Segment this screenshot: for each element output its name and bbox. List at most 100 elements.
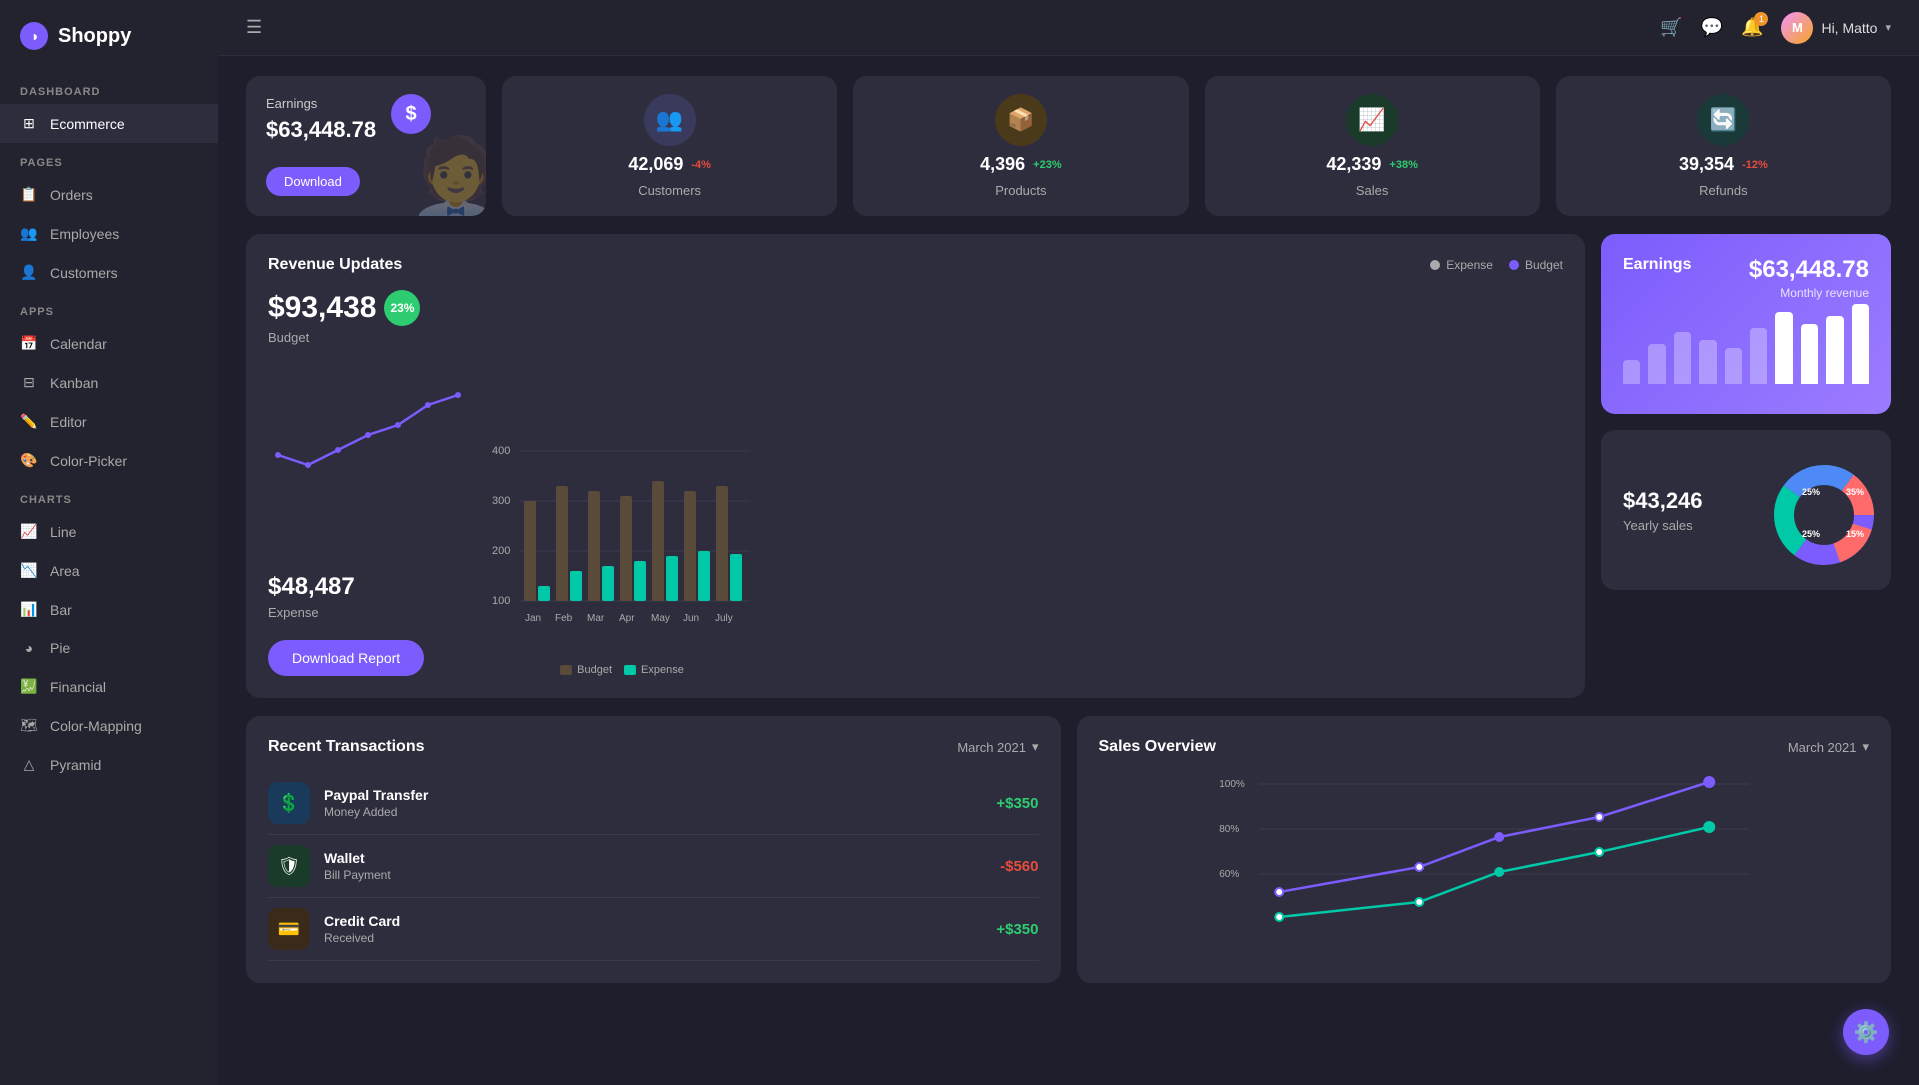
- customers-stat-card: 👥 42,069 -4% Customers: [502, 76, 837, 216]
- svg-text:300: 300: [492, 495, 510, 507]
- logo-icon: ◑: [20, 22, 48, 50]
- bar-legend: Budget Expense: [492, 664, 752, 676]
- transactions-header: Recent Transactions March 2021 ▾: [268, 738, 1039, 756]
- message-icon-btn[interactable]: 💬: [1701, 17, 1723, 38]
- svg-text:200: 200: [492, 545, 510, 557]
- sidebar-item-line[interactable]: 📈 Line: [0, 512, 218, 551]
- bar-4: [1699, 340, 1716, 384]
- user-menu[interactable]: M Hi, Matto ▾: [1781, 12, 1891, 44]
- settings-fab-button[interactable]: ⚙️: [1843, 1009, 1889, 1055]
- svg-text:Mar: Mar: [587, 613, 605, 624]
- transaction-credit: 💳 Credit Card Received +$350: [268, 898, 1039, 961]
- customers-icon-circle: 👥: [644, 94, 696, 146]
- paypal-sub: Money Added: [324, 805, 982, 819]
- bar-9: [1826, 316, 1843, 384]
- refunds-icon-circle: 🔄: [1697, 94, 1749, 146]
- customers-value-row: 42,069 -4%: [628, 154, 711, 175]
- paypal-icon: 💲: [268, 782, 310, 824]
- app-name: Shoppy: [58, 25, 131, 48]
- header-left: ☰: [246, 17, 262, 38]
- sales-overview-chart: 100% 80% 60%: [1099, 772, 1870, 947]
- sales-stat-label: Sales: [1356, 183, 1389, 198]
- hamburger-icon[interactable]: ☰: [246, 17, 262, 38]
- notification-icon-btn[interactable]: 🔔 1: [1741, 17, 1763, 38]
- expense-line-chart: [268, 365, 468, 565]
- sidebar-label-employees: Employees: [50, 226, 119, 242]
- sales-stat-card: 📈 42,339 +38% Sales: [1205, 76, 1540, 216]
- color-picker-icon: 🎨: [20, 452, 38, 469]
- expense-label: Expense: [268, 605, 468, 620]
- sidebar-item-employees[interactable]: 👥 Employees: [0, 214, 218, 253]
- credit-amount: +$350: [996, 921, 1038, 938]
- editor-icon: ✏️: [20, 413, 38, 430]
- sales-overview-date-label: March 2021: [1788, 740, 1857, 755]
- budget-legend-dot: [1509, 260, 1519, 270]
- revenue-body: $93,438 23% Budget: [268, 290, 1563, 676]
- paypal-amount: +$350: [996, 795, 1038, 812]
- sidebar-item-calendar[interactable]: 📅 Calendar: [0, 324, 218, 363]
- download-report-button[interactable]: Download Report: [268, 640, 424, 676]
- svg-text:Feb: Feb: [555, 613, 573, 624]
- employees-icon: 👥: [20, 225, 38, 242]
- earnings-mini-bars: [1623, 304, 1869, 384]
- avatar: M: [1781, 12, 1813, 44]
- sidebar-label-line: Line: [50, 524, 76, 540]
- sidebar-item-color-picker[interactable]: 🎨 Color-Picker: [0, 441, 218, 480]
- sidebar-item-orders[interactable]: 📋 Orders: [0, 175, 218, 214]
- sidebar-item-kanban[interactable]: ⊟ Kanban: [0, 363, 218, 402]
- sidebar-item-color-mapping[interactable]: 🗺 Color-Mapping: [0, 706, 218, 745]
- sidebar-label-editor: Editor: [50, 414, 87, 430]
- expense-bar-color: [624, 665, 636, 675]
- yearly-value: $43,246: [1623, 488, 1753, 514]
- refunds-stat-value: 39,354: [1679, 154, 1734, 175]
- yearly-label: Yearly sales: [1623, 518, 1753, 533]
- transactions-date: March 2021 ▾: [957, 739, 1038, 755]
- bar-3: [1674, 332, 1691, 384]
- bar-10: [1852, 304, 1869, 384]
- sales-stat-pct: +38%: [1389, 159, 1417, 171]
- cart-icon-btn[interactable]: 🛒: [1660, 17, 1682, 38]
- section-label-dashboard: DASHBOARD: [0, 72, 218, 104]
- yearly-sales-card: $43,246 Yearly sales 35% 15%: [1601, 430, 1891, 590]
- section-label-pages: PAGES: [0, 143, 218, 175]
- sidebar-item-pyramid[interactable]: △ Pyramid: [0, 745, 218, 784]
- sidebar: ◑ Shoppy DASHBOARD ⊞ Ecommerce PAGES 📋 O…: [0, 0, 218, 1085]
- sidebar-label-orders: Orders: [50, 187, 93, 203]
- products-icon-circle: 📦: [995, 94, 1047, 146]
- sidebar-item-financial[interactable]: 💹 Financial: [0, 667, 218, 706]
- section-label-charts: CHARTS: [0, 480, 218, 512]
- sidebar-item-area[interactable]: 📉 Area: [0, 551, 218, 590]
- budget-pct-badge: 23%: [384, 290, 420, 326]
- sidebar-label-color-mapping: Color-Mapping: [50, 718, 142, 734]
- expense-legend-dot: [1430, 260, 1440, 270]
- sidebar-section-dashboard: DASHBOARD ⊞ Ecommerce: [0, 72, 218, 143]
- donut-chart: 35% 15% 25% 25%: [1769, 460, 1869, 560]
- sales-stat-value: 42,339: [1326, 154, 1381, 175]
- sidebar-item-customers[interactable]: 👤 Customers: [0, 253, 218, 292]
- sidebar-item-bar[interactable]: 📊 Bar: [0, 590, 218, 629]
- sidebar-label-pyramid: Pyramid: [50, 757, 101, 773]
- svg-text:60%: 60%: [1219, 869, 1239, 880]
- svg-text:15%: 15%: [1846, 529, 1864, 539]
- download-button[interactable]: Download: [266, 167, 360, 196]
- expense-value: $48,487: [268, 573, 468, 601]
- calendar-icon: 📅: [20, 335, 38, 352]
- transaction-paypal: 💲 Paypal Transfer Money Added +$350: [268, 772, 1039, 835]
- bar-7: [1775, 312, 1792, 384]
- expense-legend-label: Expense: [1446, 258, 1493, 272]
- sidebar-section-pages: PAGES 📋 Orders 👥 Employees 👤 Customers: [0, 143, 218, 292]
- sidebar-item-editor[interactable]: ✏️ Editor: [0, 402, 218, 441]
- transactions-title: Recent Transactions: [268, 738, 425, 756]
- sales-overview-title: Sales Overview: [1099, 738, 1216, 756]
- sidebar-item-ecommerce[interactable]: ⊞ Ecommerce: [0, 104, 218, 143]
- stats-row: Earnings $63,448.78 Download $ 🧑‍💼 👥 42,…: [246, 76, 1891, 216]
- pyramid-icon: △: [20, 756, 38, 773]
- sidebar-label-pie: Pie: [50, 640, 70, 656]
- sidebar-item-pie[interactable]: ◕ Pie: [0, 629, 218, 667]
- middle-row: Revenue Updates Expense Budget: [246, 234, 1891, 698]
- app-logo: ◑ Shoppy: [0, 0, 218, 72]
- earnings-purple-card: Earnings $63,448.78 Monthly revenue: [1601, 234, 1891, 414]
- svg-text:400: 400: [492, 445, 510, 457]
- products-stat-card: 📦 4,396 +23% Products: [853, 76, 1188, 216]
- sidebar-label-ecommerce: Ecommerce: [50, 116, 125, 132]
